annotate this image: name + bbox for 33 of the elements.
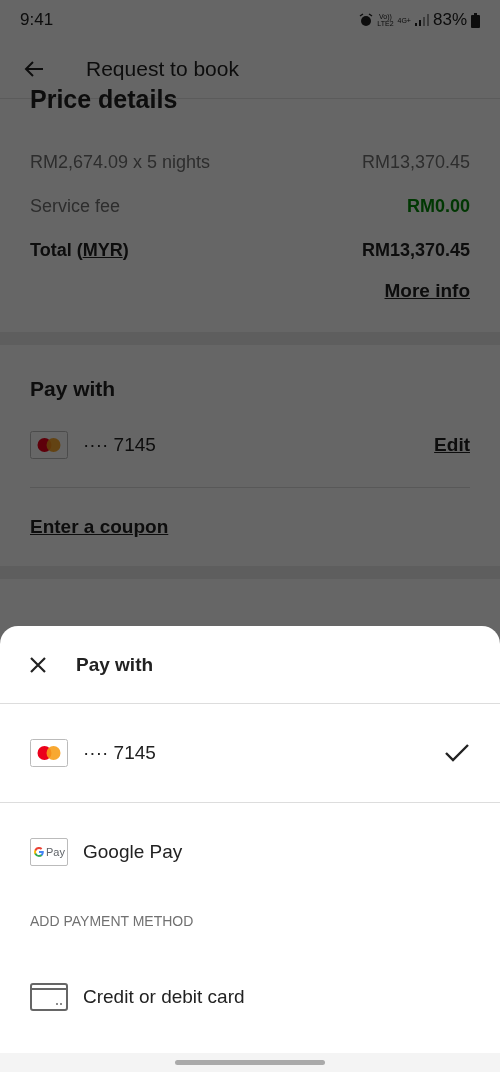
section-title: Price details [30,85,179,114]
google-pay-logo: Pay [30,838,68,866]
payment-option[interactable]: Pay Google Pay [0,803,500,901]
page-title: Request to book [86,57,239,81]
home-handle[interactable] [175,1060,325,1065]
more-info-link[interactable]: More info [384,280,470,302]
signal-icon [414,14,429,26]
card-number: ···· 7145 [83,434,157,456]
section-label: ADD PAYMENT METHOD [29,912,195,931]
sheet-title: Pay with [76,653,154,676]
check-icon [444,743,470,763]
add-payment-option[interactable]: Credit or debit card [0,941,500,1053]
mastercard-icon [30,431,68,459]
total-amount: RM13,370.45 [361,239,470,261]
credit-card-icon [30,983,68,1011]
price-amount: RM13,370.45 [361,151,470,173]
close-button[interactable] [28,654,48,675]
battery-percent: 83% [432,10,467,30]
section-title: Pay with [30,377,117,401]
payment-option[interactable]: ···· 7145 [0,704,500,803]
price-label: RM2,674.09 x 5 nights [30,151,211,173]
battery-icon [471,12,480,28]
status-time: 9:41 [20,10,54,30]
price-label: Service fee [30,195,121,217]
currency-link[interactable]: MYR [82,239,123,260]
alarm-icon [359,13,374,27]
total-label: Total (MYR) [30,239,129,261]
mastercard-icon [30,739,68,767]
close-icon [28,654,48,675]
google-g-icon [33,846,45,858]
coupon-link[interactable]: Enter a coupon [30,516,169,538]
discount-amount: RM0.00 [406,195,470,217]
edit-link[interactable]: Edit [434,434,470,456]
